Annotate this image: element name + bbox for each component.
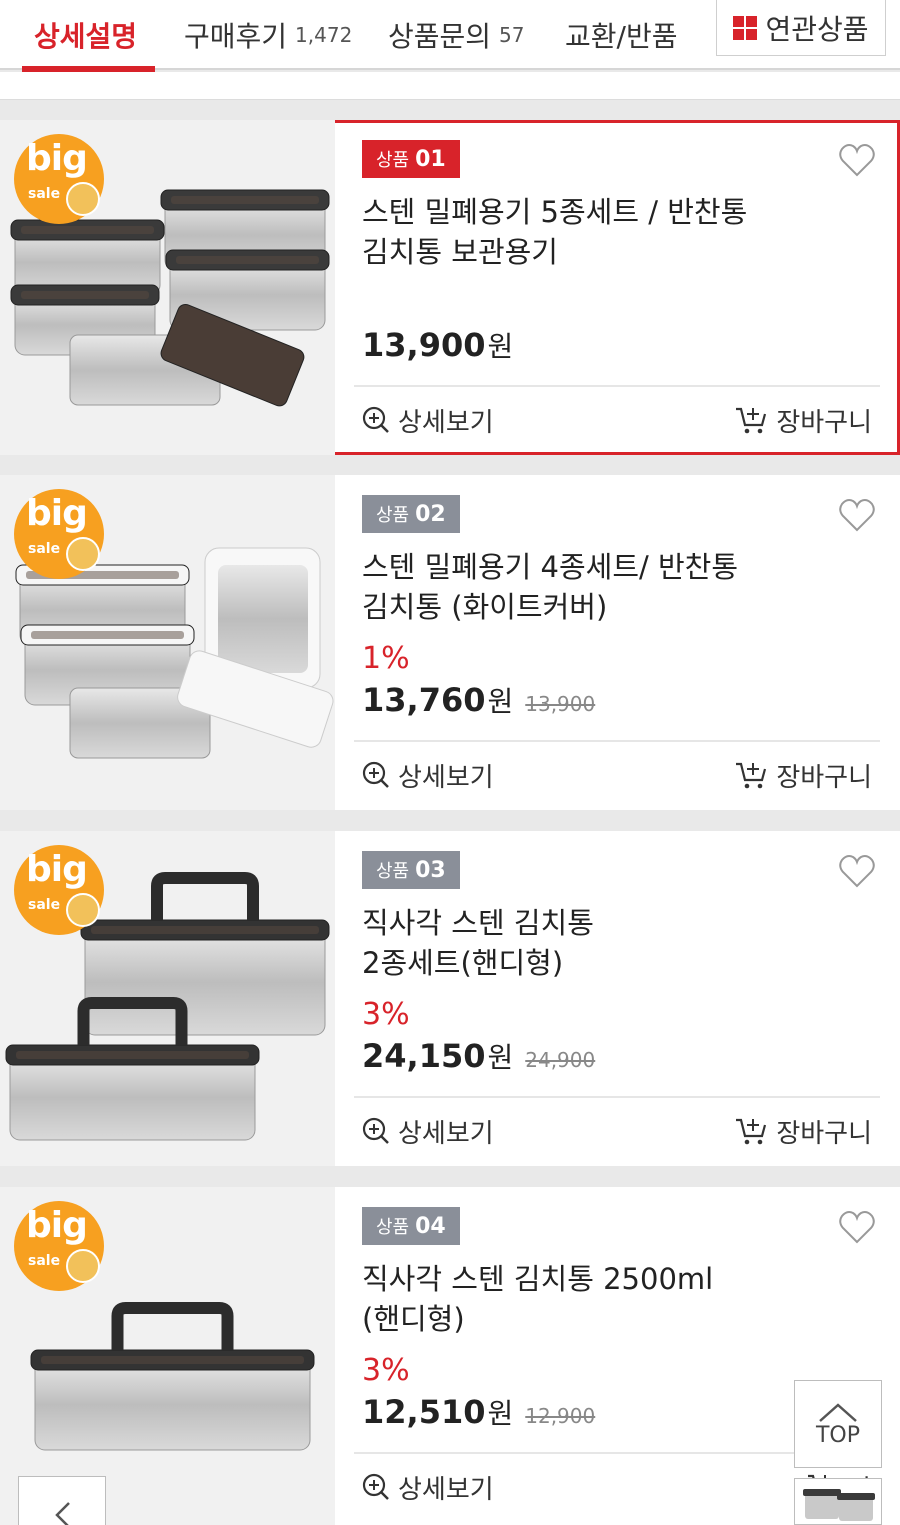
product-image[interactable]: big sale — [0, 475, 335, 810]
big-sale-sticker: big sale — [14, 1201, 104, 1291]
tiger-mascot-icon — [66, 537, 100, 571]
tiger-mascot-icon — [66, 893, 100, 927]
product-title[interactable]: 스텐 밀폐용기 4종세트/ 반찬통 김치통 (화이트커버) — [362, 547, 802, 627]
add-to-cart-button[interactable]: 장바구니 — [734, 402, 872, 439]
heart-icon[interactable] — [838, 497, 876, 533]
prev-button[interactable] — [18, 1476, 106, 1525]
product-card[interactable]: big sale 상품 04 직사각 스텐 김치통 2500ml (핸디형) 3%… — [0, 1187, 900, 1525]
product-title[interactable]: 직사각 스텐 김치통 2500ml (핸디형) — [362, 1259, 802, 1339]
tab-label: 구매후기 — [184, 20, 288, 53]
heart-icon[interactable] — [838, 853, 876, 889]
tab-reviews[interactable]: 구매후기 1,472 — [184, 0, 352, 70]
price: 13,760 원 13,900 — [362, 681, 596, 719]
card-actions: 상세보기 장바구니 — [362, 392, 872, 448]
discount-rate: 3% — [362, 997, 410, 1032]
tab-exchange-return[interactable]: 교환/반품 — [565, 0, 677, 70]
card-actions: 상세보기 장바구니 — [362, 747, 872, 803]
discount-rate: 3% — [362, 1353, 410, 1388]
big-sale-sticker: big sale — [14, 134, 104, 224]
page: 상세설명 구매후기 1,472 상품문의 57 교환/반품 연관상품 big s… — [0, 0, 900, 1525]
heart-icon[interactable] — [838, 1209, 876, 1245]
tab-inquiries[interactable]: 상품문의 57 — [388, 0, 525, 70]
product-info: 상품 03 직사각 스텐 김치통 2종세트(핸디형) 3% 24,150 원 24… — [354, 831, 880, 1166]
tab-label: 교환/반품 — [565, 20, 678, 53]
inquiry-count: 57 — [499, 23, 525, 47]
top-label: TOP — [815, 1422, 861, 1448]
original-price: 12,900 — [525, 1404, 596, 1428]
heart-icon[interactable] — [838, 142, 876, 178]
chevron-left-icon — [55, 1502, 70, 1525]
content-strip — [0, 72, 900, 100]
grid-icon — [733, 15, 758, 40]
tab-label: 상세설명 — [34, 20, 138, 53]
divider — [354, 740, 880, 742]
review-count: 1,472 — [295, 23, 353, 47]
tiger-mascot-icon — [66, 1249, 100, 1283]
big-sale-sticker: big sale — [14, 489, 104, 579]
product-info: 상품 04 직사각 스텐 김치통 2500ml (핸디형) 3% 12,510 원… — [354, 1187, 880, 1525]
big-sale-sticker: big sale — [14, 845, 104, 935]
product-card[interactable]: big sale 상품 02 스텐 밀폐용기 4종세트/ 반찬통 김치통 (화이트… — [0, 475, 900, 810]
product-card[interactable]: big sale 상품 03 직사각 스텐 김치통 2종세트(핸디형) 3% 24… — [0, 831, 900, 1166]
product-badge: 상품 02 — [362, 495, 460, 533]
product-badge: 상품 03 — [362, 851, 460, 889]
detail-view-button[interactable]: 상세보기 — [362, 1113, 494, 1150]
chevron-up-icon — [819, 1402, 857, 1422]
cart-plus-icon — [736, 762, 767, 789]
product-card[interactable]: big sale 상품 01 스텐 밀폐용기 5종세트 / 반찬통 김치통 보관용… — [0, 120, 900, 455]
zoom-in-icon — [362, 1473, 389, 1500]
divider — [354, 385, 880, 387]
price: 12,510 원 12,900 — [362, 1393, 596, 1431]
detail-view-button[interactable]: 상세보기 — [362, 402, 494, 439]
original-price: 24,900 — [525, 1048, 596, 1072]
tab-bar: 상세설명 구매후기 1,472 상품문의 57 교환/반품 연관상품 — [0, 0, 900, 72]
zoom-in-icon — [362, 761, 389, 788]
add-to-cart-button[interactable]: 장바구니 — [734, 757, 872, 794]
product-info: 상품 02 스텐 밀폐용기 4종세트/ 반찬통 김치통 (화이트커버) 1% 13… — [354, 475, 880, 810]
divider — [354, 1096, 880, 1098]
product-info: 상품 01 스텐 밀폐용기 5종세트 / 반찬통 김치통 보관용기 13,900 … — [354, 120, 880, 455]
zoom-in-icon — [362, 406, 389, 433]
detail-view-button[interactable]: 상세보기 — [362, 757, 494, 794]
original-price: 13,900 — [525, 692, 596, 716]
product-badge: 상품 01 — [362, 140, 460, 178]
product-image[interactable]: big sale — [0, 831, 335, 1166]
scroll-top-button[interactable]: TOP — [794, 1380, 882, 1468]
product-title[interactable]: 스텐 밀폐용기 5종세트 / 반찬통 김치통 보관용기 — [362, 192, 802, 272]
price: 13,900 원 — [362, 326, 514, 364]
product-title[interactable]: 직사각 스텐 김치통 2종세트(핸디형) — [362, 903, 802, 983]
tab-description[interactable]: 상세설명 — [22, 0, 156, 72]
card-actions: 상세보기 장바구니 — [362, 1103, 872, 1159]
cart-plus-icon — [736, 1118, 767, 1145]
add-to-cart-button[interactable]: 장바구니 — [734, 1113, 872, 1150]
recent-item-thumbnail[interactable] — [794, 1478, 882, 1525]
detail-view-button[interactable]: 상세보기 — [362, 1469, 494, 1506]
price: 24,150 원 24,900 — [362, 1037, 596, 1075]
tab-label: 연관상품 — [765, 12, 869, 46]
tab-label: 상품문의 — [388, 20, 492, 53]
product-image[interactable]: big sale — [0, 120, 335, 455]
cart-plus-icon — [736, 407, 767, 434]
discount-rate: 1% — [362, 641, 410, 676]
tab-related-products[interactable]: 연관상품 — [716, 0, 886, 56]
tiger-mascot-icon — [66, 182, 100, 216]
zoom-in-icon — [362, 1117, 389, 1144]
product-badge: 상품 04 — [362, 1207, 460, 1245]
product-image[interactable]: big sale — [0, 1187, 335, 1525]
